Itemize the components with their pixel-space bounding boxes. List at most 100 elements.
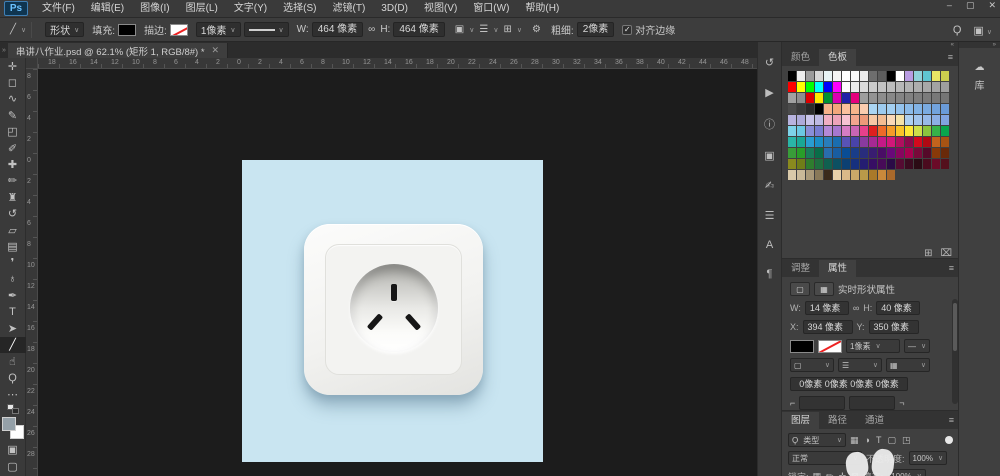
swatch[interactable] xyxy=(860,148,868,158)
swatch[interactable] xyxy=(842,137,850,147)
tool-preset-chevron-icon[interactable]: ∨ xyxy=(21,26,26,34)
canvas[interactable] xyxy=(242,160,543,462)
filter-shape-layers-icon[interactable]: ▢ xyxy=(887,435,896,446)
paragraph-panel-icon[interactable]: ¶ xyxy=(758,268,782,280)
swatch[interactable] xyxy=(842,159,850,169)
swatch[interactable] xyxy=(869,159,877,169)
swatch[interactable] xyxy=(923,126,931,136)
shape-filled-icon[interactable]: ▦ xyxy=(814,282,834,296)
swatch[interactable] xyxy=(851,137,859,147)
eraser-tool[interactable]: ▱ xyxy=(0,222,26,238)
swatch[interactable] xyxy=(833,126,841,136)
stroke-width-dropdown[interactable]: 1像素 ∨ xyxy=(196,22,241,37)
link-dimensions-icon[interactable]: ∞ xyxy=(853,303,859,313)
libraries-tab[interactable]: ☁ 库 xyxy=(959,62,1000,92)
swatch[interactable] xyxy=(905,82,913,92)
swatch[interactable] xyxy=(806,104,814,114)
brush-tool[interactable]: ✏ xyxy=(0,173,26,189)
swatch[interactable] xyxy=(851,148,859,158)
hand-tool[interactable]: ☝ xyxy=(0,353,26,369)
swatch[interactable] xyxy=(797,104,805,114)
line-weight-field[interactable]: 2像素 xyxy=(577,22,615,37)
swatch[interactable] xyxy=(824,115,832,125)
gradient-tool[interactable]: ▤ xyxy=(0,238,26,254)
panel-menu-icon[interactable]: ≡ xyxy=(949,263,954,273)
swatch[interactable] xyxy=(887,126,895,136)
swatch[interactable] xyxy=(905,104,913,114)
quick-mask-icon[interactable]: ▣ xyxy=(0,442,26,456)
filter-pixel-layers-icon[interactable]: ▦ xyxy=(850,435,859,446)
swatch[interactable] xyxy=(806,115,814,125)
swatch[interactable] xyxy=(788,148,796,158)
history-brush-tool[interactable]: ↺ xyxy=(0,206,26,222)
swatch[interactable] xyxy=(806,126,814,136)
prop-width-field[interactable]: 14 像素 xyxy=(805,301,849,315)
swatch[interactable] xyxy=(923,137,931,147)
swatch[interactable] xyxy=(815,148,823,158)
active-tool-icon[interactable]: ╱ xyxy=(8,24,18,35)
swatch[interactable] xyxy=(941,159,949,169)
swatch[interactable] xyxy=(896,126,904,136)
prop-x-field[interactable]: 394 像素 xyxy=(803,320,853,334)
stroke-caps-dropdown[interactable]: ☰ ∨ xyxy=(838,358,882,372)
swatch[interactable] xyxy=(806,170,814,180)
swatch[interactable] xyxy=(815,159,823,169)
swatch[interactable] xyxy=(842,104,850,114)
link-dimensions-icon[interactable]: ∞ xyxy=(366,24,377,35)
swatch[interactable] xyxy=(878,137,886,147)
swatch[interactable] xyxy=(806,137,814,147)
tab-adjustments[interactable]: 调整 xyxy=(782,260,819,277)
line-tool[interactable]: ╱ xyxy=(0,337,26,353)
swatch[interactable] xyxy=(824,137,832,147)
swatch[interactable] xyxy=(923,159,931,169)
tab-overflow-icon[interactable]: » xyxy=(0,47,8,54)
minimize-button[interactable]: – xyxy=(947,0,952,11)
swatch[interactable] xyxy=(896,93,904,103)
eyedropper-tool[interactable]: ✐ xyxy=(0,140,26,156)
stroke-align-dropdown[interactable]: ▢ ∨ xyxy=(790,358,834,372)
close-document-icon[interactable]: ✕ xyxy=(212,45,220,56)
brush-settings-panel-icon[interactable]: ✍ xyxy=(758,179,782,192)
swatch[interactable] xyxy=(905,159,913,169)
tab-properties[interactable]: 属性 xyxy=(819,260,856,277)
filter-toggle-icon[interactable] xyxy=(945,436,953,444)
swatch[interactable] xyxy=(851,170,859,180)
move-tool[interactable]: ✛ xyxy=(0,58,26,74)
horizontal-ruler[interactable]: 1816141210864202468101214161820222426283… xyxy=(38,58,757,69)
swatch[interactable] xyxy=(815,93,823,103)
swatch[interactable] xyxy=(923,93,931,103)
character-panel-icon[interactable]: A xyxy=(758,239,782,251)
align-edges-checkbox[interactable]: ✓ xyxy=(622,25,632,35)
swatch[interactable] xyxy=(833,82,841,92)
swatch[interactable] xyxy=(932,115,940,125)
swatch[interactable] xyxy=(887,82,895,92)
swatch[interactable] xyxy=(842,71,850,81)
swatch[interactable] xyxy=(887,170,895,180)
info-panel-icon[interactable]: ⓘ xyxy=(758,116,782,132)
swatch[interactable] xyxy=(788,104,796,114)
swatch[interactable] xyxy=(851,115,859,125)
swatch[interactable] xyxy=(788,82,796,92)
lock-pixels-icon[interactable]: ✏ xyxy=(826,471,834,476)
swatch[interactable] xyxy=(932,137,940,147)
swatch[interactable] xyxy=(896,71,904,81)
swatch[interactable] xyxy=(788,137,796,147)
prop-height-field[interactable]: 40 像素 xyxy=(876,301,920,315)
swatch[interactable] xyxy=(842,170,850,180)
type-tool[interactable]: T xyxy=(0,304,26,320)
swatch[interactable] xyxy=(860,126,868,136)
swatch[interactable] xyxy=(797,170,805,180)
menu-item-layer[interactable]: 图层(L) xyxy=(178,0,226,18)
spot-healing-brush-tool[interactable]: ✚ xyxy=(0,156,26,172)
pen-tool[interactable]: ✒ xyxy=(0,287,26,303)
swatch[interactable] xyxy=(842,82,850,92)
swatch[interactable] xyxy=(923,115,931,125)
panel-menu-icon[interactable]: ≡ xyxy=(948,52,953,62)
swatch[interactable] xyxy=(941,93,949,103)
swatch[interactable] xyxy=(896,148,904,158)
path-arrangement-icon[interactable]: ⊞ xyxy=(501,24,513,35)
foreground-background-swatches[interactable] xyxy=(2,417,24,439)
swatch[interactable] xyxy=(887,115,895,125)
shape-outline-icon[interactable]: ▢ xyxy=(790,282,810,296)
swatch[interactable] xyxy=(914,93,922,103)
